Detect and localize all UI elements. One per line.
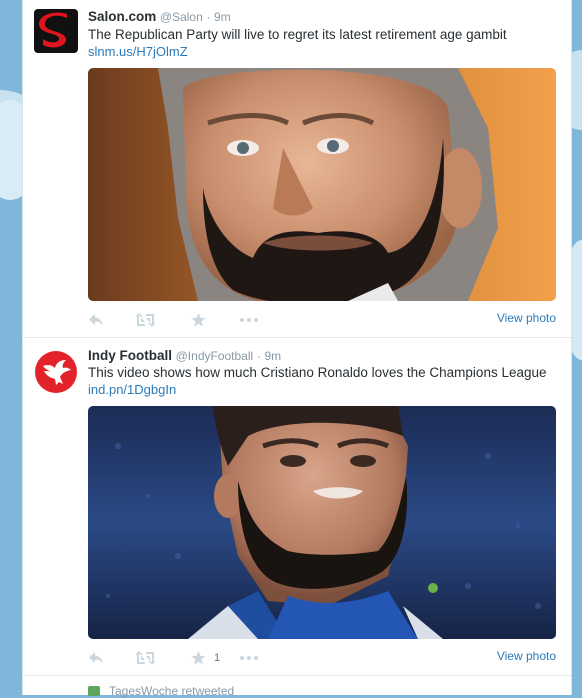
reply-button[interactable] <box>88 310 104 330</box>
tweet-photo[interactable] <box>88 68 556 301</box>
retweet-button[interactable] <box>136 310 155 330</box>
salon-logo-icon <box>34 9 78 53</box>
photo-bearded-politician <box>88 68 556 301</box>
author-fullname[interactable]: Indy Football <box>88 348 172 363</box>
star-icon <box>191 651 206 665</box>
reply-icon <box>89 652 103 664</box>
tweet-link[interactable]: ind.pn/1DgbgIn <box>88 382 176 397</box>
tweet-salon[interactable]: Salon.com @Salon · 9m The Republican Par… <box>23 0 571 338</box>
favorite-count: 1 <box>214 652 221 664</box>
tweet-text: The Republican Party will live to regret… <box>88 27 507 42</box>
tweet-link[interactable]: slnm.us/H7jOlmZ <box>88 44 188 59</box>
retweet-button[interactable] <box>136 648 155 668</box>
retweeted-by-label: TagesWoche retweeted <box>88 684 234 698</box>
author-fullname[interactable]: Salon.com <box>88 9 156 24</box>
independent-eagle-logo-icon <box>34 350 78 394</box>
reply-icon <box>89 314 103 326</box>
author-handle[interactable]: @Salon <box>160 10 203 24</box>
separator-dot: · <box>256 349 261 363</box>
star-icon <box>191 313 206 327</box>
retweet-icon <box>136 651 155 665</box>
retweet-icon <box>136 313 155 327</box>
tweet-indy-football[interactable]: Indy Football @IndyFootball · 9m This vi… <box>23 338 571 676</box>
tweet-timeline: Salon.com @Salon · 9m The Republican Par… <box>22 0 572 698</box>
retweeted-by-text[interactable]: TagesWoche retweeted <box>109 684 234 698</box>
view-photo-link[interactable]: View photo <box>497 311 556 325</box>
avatar-indy-football[interactable] <box>34 350 78 394</box>
favorite-button[interactable] <box>191 310 214 330</box>
photo-bearded-footballer <box>88 406 556 639</box>
author-handle[interactable]: @IndyFootball <box>176 349 254 363</box>
tweet-photo[interactable] <box>88 406 556 639</box>
reply-button[interactable] <box>88 648 104 668</box>
favorite-button[interactable]: 1 <box>191 648 220 668</box>
tweet-actions: 1 View photo <box>88 648 556 668</box>
tweet-timestamp[interactable]: 9m <box>214 10 231 24</box>
more-button[interactable] <box>239 648 259 668</box>
ellipsis-icon <box>240 318 258 322</box>
tweet-tageswoche-retweet[interactable]: TagesWoche retweeted <box>23 676 571 698</box>
separator-dot: · <box>206 10 211 24</box>
view-photo-link[interactable]: View photo <box>497 649 556 663</box>
tweet-header: Indy Football @IndyFootball · 9m <box>88 348 281 363</box>
tweet-timestamp[interactable]: 9m <box>264 349 281 363</box>
tweet-actions: View photo <box>88 310 556 330</box>
tweet-text: This video shows how much Cristiano Rona… <box>88 365 547 380</box>
ellipsis-icon <box>240 656 258 660</box>
tweet-header: Salon.com @Salon · 9m <box>88 9 231 24</box>
more-button[interactable] <box>239 310 259 330</box>
avatar-salon[interactable] <box>34 9 78 53</box>
